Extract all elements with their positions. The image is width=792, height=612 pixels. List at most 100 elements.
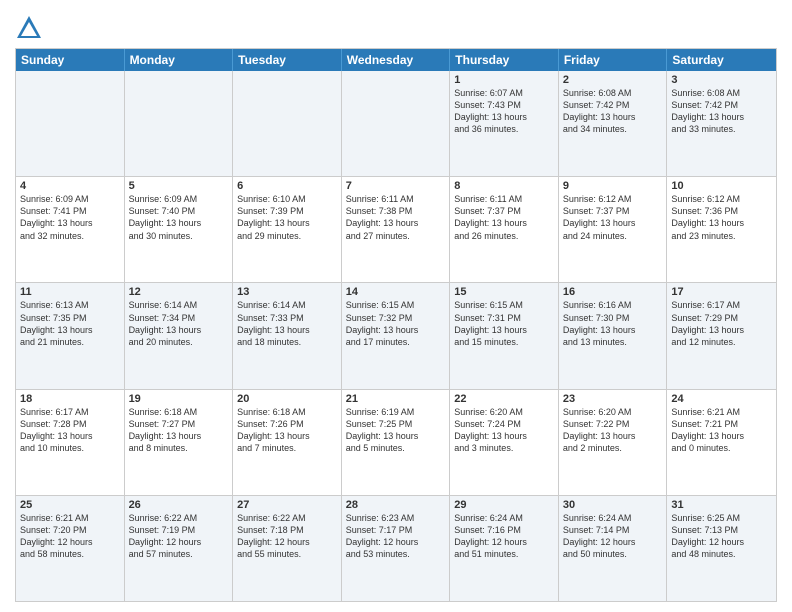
day-number: 20 — [237, 393, 337, 405]
day-detail: Sunrise: 6:21 AM Sunset: 7:20 PM Dayligh… — [20, 512, 120, 561]
day-number: 22 — [454, 393, 554, 405]
day-number: 15 — [454, 286, 554, 298]
weekday-header-saturday: Saturday — [667, 49, 776, 71]
day-detail: Sunrise: 6:20 AM Sunset: 7:24 PM Dayligh… — [454, 406, 554, 455]
day-detail: Sunrise: 6:20 AM Sunset: 7:22 PM Dayligh… — [563, 406, 663, 455]
day-number: 9 — [563, 180, 663, 192]
day-detail: Sunrise: 6:24 AM Sunset: 7:16 PM Dayligh… — [454, 512, 554, 561]
day-detail: Sunrise: 6:11 AM Sunset: 7:37 PM Dayligh… — [454, 193, 554, 242]
calendar-cell-r1-c1: 5Sunrise: 6:09 AM Sunset: 7:40 PM Daylig… — [125, 177, 234, 282]
calendar-cell-r2-c0: 11Sunrise: 6:13 AM Sunset: 7:35 PM Dayli… — [16, 283, 125, 388]
day-number: 6 — [237, 180, 337, 192]
day-number: 8 — [454, 180, 554, 192]
calendar-cell-r4-c6: 31Sunrise: 6:25 AM Sunset: 7:13 PM Dayli… — [667, 496, 776, 601]
calendar-cell-r0-c4: 1Sunrise: 6:07 AM Sunset: 7:43 PM Daylig… — [450, 71, 559, 176]
weekday-header-friday: Friday — [559, 49, 668, 71]
day-detail: Sunrise: 6:25 AM Sunset: 7:13 PM Dayligh… — [671, 512, 772, 561]
calendar-header: SundayMondayTuesdayWednesdayThursdayFrid… — [16, 49, 776, 71]
day-detail: Sunrise: 6:08 AM Sunset: 7:42 PM Dayligh… — [563, 87, 663, 136]
day-detail: Sunrise: 6:15 AM Sunset: 7:31 PM Dayligh… — [454, 299, 554, 348]
calendar-cell-r4-c4: 29Sunrise: 6:24 AM Sunset: 7:16 PM Dayli… — [450, 496, 559, 601]
day-detail: Sunrise: 6:13 AM Sunset: 7:35 PM Dayligh… — [20, 299, 120, 348]
page: SundayMondayTuesdayWednesdayThursdayFrid… — [0, 0, 792, 612]
day-number: 5 — [129, 180, 229, 192]
day-detail: Sunrise: 6:12 AM Sunset: 7:37 PM Dayligh… — [563, 193, 663, 242]
calendar-cell-r0-c3 — [342, 71, 451, 176]
day-detail: Sunrise: 6:12 AM Sunset: 7:36 PM Dayligh… — [671, 193, 772, 242]
day-detail: Sunrise: 6:15 AM Sunset: 7:32 PM Dayligh… — [346, 299, 446, 348]
day-number: 16 — [563, 286, 663, 298]
day-number: 27 — [237, 499, 337, 511]
logo-icon — [15, 14, 43, 42]
calendar-cell-r1-c2: 6Sunrise: 6:10 AM Sunset: 7:39 PM Daylig… — [233, 177, 342, 282]
calendar-cell-r4-c3: 28Sunrise: 6:23 AM Sunset: 7:17 PM Dayli… — [342, 496, 451, 601]
day-number: 2 — [563, 74, 663, 86]
calendar-cell-r3-c2: 20Sunrise: 6:18 AM Sunset: 7:26 PM Dayli… — [233, 390, 342, 495]
weekday-header-thursday: Thursday — [450, 49, 559, 71]
calendar-cell-r2-c3: 14Sunrise: 6:15 AM Sunset: 7:32 PM Dayli… — [342, 283, 451, 388]
weekday-header-tuesday: Tuesday — [233, 49, 342, 71]
day-number: 21 — [346, 393, 446, 405]
day-number: 14 — [346, 286, 446, 298]
day-number: 25 — [20, 499, 120, 511]
calendar-cell-r2-c6: 17Sunrise: 6:17 AM Sunset: 7:29 PM Dayli… — [667, 283, 776, 388]
day-detail: Sunrise: 6:17 AM Sunset: 7:28 PM Dayligh… — [20, 406, 120, 455]
day-detail: Sunrise: 6:18 AM Sunset: 7:26 PM Dayligh… — [237, 406, 337, 455]
calendar-cell-r0-c2 — [233, 71, 342, 176]
day-detail: Sunrise: 6:21 AM Sunset: 7:21 PM Dayligh… — [671, 406, 772, 455]
day-number: 29 — [454, 499, 554, 511]
day-detail: Sunrise: 6:22 AM Sunset: 7:18 PM Dayligh… — [237, 512, 337, 561]
calendar-row-2: 11Sunrise: 6:13 AM Sunset: 7:35 PM Dayli… — [16, 282, 776, 388]
day-detail: Sunrise: 6:10 AM Sunset: 7:39 PM Dayligh… — [237, 193, 337, 242]
calendar-cell-r2-c1: 12Sunrise: 6:14 AM Sunset: 7:34 PM Dayli… — [125, 283, 234, 388]
day-detail: Sunrise: 6:19 AM Sunset: 7:25 PM Dayligh… — [346, 406, 446, 455]
calendar-cell-r3-c5: 23Sunrise: 6:20 AM Sunset: 7:22 PM Dayli… — [559, 390, 668, 495]
day-detail: Sunrise: 6:16 AM Sunset: 7:30 PM Dayligh… — [563, 299, 663, 348]
calendar-cell-r2-c2: 13Sunrise: 6:14 AM Sunset: 7:33 PM Dayli… — [233, 283, 342, 388]
calendar-cell-r0-c6: 3Sunrise: 6:08 AM Sunset: 7:42 PM Daylig… — [667, 71, 776, 176]
day-number: 31 — [671, 499, 772, 511]
day-number: 24 — [671, 393, 772, 405]
calendar-cell-r1-c6: 10Sunrise: 6:12 AM Sunset: 7:36 PM Dayli… — [667, 177, 776, 282]
day-detail: Sunrise: 6:24 AM Sunset: 7:14 PM Dayligh… — [563, 512, 663, 561]
day-number: 23 — [563, 393, 663, 405]
calendar-cell-r0-c5: 2Sunrise: 6:08 AM Sunset: 7:42 PM Daylig… — [559, 71, 668, 176]
day-detail: Sunrise: 6:08 AM Sunset: 7:42 PM Dayligh… — [671, 87, 772, 136]
calendar-cell-r4-c5: 30Sunrise: 6:24 AM Sunset: 7:14 PM Dayli… — [559, 496, 668, 601]
calendar-cell-r0-c0 — [16, 71, 125, 176]
calendar-cell-r1-c3: 7Sunrise: 6:11 AM Sunset: 7:38 PM Daylig… — [342, 177, 451, 282]
calendar-cell-r2-c5: 16Sunrise: 6:16 AM Sunset: 7:30 PM Dayli… — [559, 283, 668, 388]
day-number: 1 — [454, 74, 554, 86]
day-detail: Sunrise: 6:18 AM Sunset: 7:27 PM Dayligh… — [129, 406, 229, 455]
calendar-cell-r4-c1: 26Sunrise: 6:22 AM Sunset: 7:19 PM Dayli… — [125, 496, 234, 601]
day-detail: Sunrise: 6:11 AM Sunset: 7:38 PM Dayligh… — [346, 193, 446, 242]
day-number: 12 — [129, 286, 229, 298]
logo — [15, 14, 47, 42]
calendar-cell-r3-c6: 24Sunrise: 6:21 AM Sunset: 7:21 PM Dayli… — [667, 390, 776, 495]
calendar-cell-r0-c1 — [125, 71, 234, 176]
calendar-cell-r3-c1: 19Sunrise: 6:18 AM Sunset: 7:27 PM Dayli… — [125, 390, 234, 495]
weekday-header-monday: Monday — [125, 49, 234, 71]
calendar-row-0: 1Sunrise: 6:07 AM Sunset: 7:43 PM Daylig… — [16, 71, 776, 176]
day-number: 10 — [671, 180, 772, 192]
calendar-cell-r3-c0: 18Sunrise: 6:17 AM Sunset: 7:28 PM Dayli… — [16, 390, 125, 495]
day-detail: Sunrise: 6:09 AM Sunset: 7:41 PM Dayligh… — [20, 193, 120, 242]
header — [15, 10, 777, 42]
day-detail: Sunrise: 6:17 AM Sunset: 7:29 PM Dayligh… — [671, 299, 772, 348]
day-detail: Sunrise: 6:23 AM Sunset: 7:17 PM Dayligh… — [346, 512, 446, 561]
day-number: 13 — [237, 286, 337, 298]
day-number: 30 — [563, 499, 663, 511]
calendar: SundayMondayTuesdayWednesdayThursdayFrid… — [15, 48, 777, 602]
calendar-cell-r1-c0: 4Sunrise: 6:09 AM Sunset: 7:41 PM Daylig… — [16, 177, 125, 282]
calendar-cell-r4-c2: 27Sunrise: 6:22 AM Sunset: 7:18 PM Dayli… — [233, 496, 342, 601]
calendar-body: 1Sunrise: 6:07 AM Sunset: 7:43 PM Daylig… — [16, 71, 776, 601]
day-number: 7 — [346, 180, 446, 192]
day-number: 19 — [129, 393, 229, 405]
day-number: 4 — [20, 180, 120, 192]
calendar-cell-r1-c5: 9Sunrise: 6:12 AM Sunset: 7:37 PM Daylig… — [559, 177, 668, 282]
day-detail: Sunrise: 6:14 AM Sunset: 7:33 PM Dayligh… — [237, 299, 337, 348]
day-number: 28 — [346, 499, 446, 511]
day-detail: Sunrise: 6:07 AM Sunset: 7:43 PM Dayligh… — [454, 87, 554, 136]
calendar-row-1: 4Sunrise: 6:09 AM Sunset: 7:41 PM Daylig… — [16, 176, 776, 282]
day-number: 3 — [671, 74, 772, 86]
